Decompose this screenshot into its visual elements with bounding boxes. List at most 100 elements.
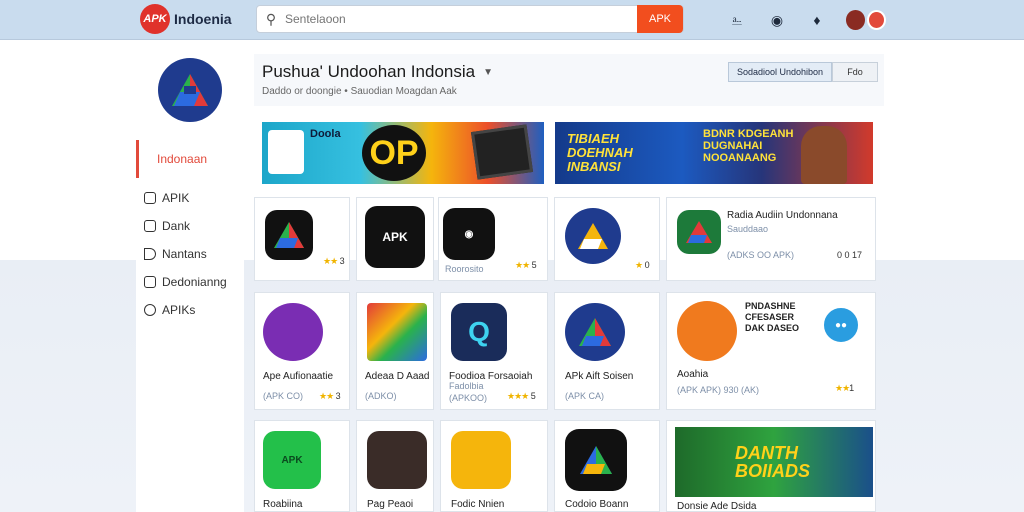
banner-badge-image bbox=[268, 130, 304, 174]
promo-banner-right[interactable]: TIBIAEH DOEHNAH INBANSI BDNR KDGEANH DUG… bbox=[555, 122, 873, 184]
sidebar-item-apik[interactable]: APIK bbox=[144, 184, 227, 212]
secondary-action-button[interactable]: Fdo bbox=[832, 62, 878, 82]
sidebar-nav: APIK Dank Nantans Dedonianng APIKs bbox=[144, 184, 227, 324]
app-rating: ★ 0 bbox=[635, 260, 650, 270]
app-icon: APK bbox=[263, 431, 321, 489]
app-card[interactable]: ★ 0 bbox=[554, 197, 660, 281]
star-icon: ★★ bbox=[319, 391, 334, 401]
header-actions: ⎁ ◉ ♦ bbox=[726, 8, 886, 32]
app-rating: ★★ 3 bbox=[319, 391, 341, 401]
bell-icon[interactable]: ♦ bbox=[806, 9, 828, 31]
sidebar-item-label: Nantans bbox=[162, 247, 207, 261]
sidebar-item-label: APIKs bbox=[162, 303, 196, 317]
app-name: APk Aift Soisen bbox=[565, 371, 634, 382]
sidebar-item-label: Dank bbox=[162, 219, 191, 233]
app-card[interactable]: APK bbox=[356, 197, 434, 281]
page-subtitle: Daddo or doongie • Sauodian Moagdan Aak bbox=[262, 86, 457, 97]
site-logo[interactable]: APK Indoenia bbox=[140, 4, 232, 34]
logo-text: Indoenia bbox=[174, 11, 232, 27]
page-header: Pushua' Undoohan Indonsia ▼ Daddo or doo… bbox=[254, 54, 884, 106]
avatar[interactable] bbox=[846, 8, 886, 32]
app-subtitle: Fadolbia bbox=[449, 381, 484, 391]
app-icon: APK bbox=[365, 206, 425, 268]
sidebar-item-active[interactable]: Indonaan bbox=[136, 140, 244, 178]
app-card[interactable]: Q Foodioa Forsaoiah Fadolbia (APKOO) ★★★… bbox=[440, 292, 548, 410]
app-card[interactable]: ★★ 3 bbox=[254, 197, 350, 281]
tag-icon bbox=[144, 248, 156, 260]
search-bar: ⚲ APK bbox=[256, 5, 684, 33]
app-tag: Roorosito bbox=[445, 264, 484, 274]
sidebar-item-label: Dedonianng bbox=[162, 275, 227, 289]
banner-person-image bbox=[801, 126, 847, 184]
star-icon: ★★ bbox=[515, 260, 530, 270]
heart-icon bbox=[144, 304, 156, 316]
app-icon: Q bbox=[451, 303, 507, 361]
sidebar-item-dank[interactable]: Dank bbox=[144, 212, 227, 240]
app-logo-icon bbox=[158, 58, 222, 122]
app-card[interactable]: Codoio Boann bbox=[554, 420, 660, 512]
app-icon bbox=[677, 301, 737, 361]
top-bar: APK Indoenia ⚲ APK ⎁ ◉ ♦ bbox=[0, 0, 1024, 40]
app-name: Fodic Nnien bbox=[451, 499, 505, 510]
star-icon: ★★★ bbox=[507, 391, 529, 401]
app-card[interactable]: APk Aift Soisen (APK CA) bbox=[554, 292, 660, 410]
avatar-photo bbox=[846, 10, 865, 30]
app-card-wide[interactable]: DANTH BOIIADS Donsie Ade Dsida bbox=[666, 420, 876, 512]
star-icon: ★ bbox=[635, 260, 643, 270]
app-tag: (APK CO) bbox=[263, 391, 304, 401]
app-card-wide[interactable]: PNDASHNE CFESASER DAK DASEO ●● Aoahia (A… bbox=[666, 292, 876, 410]
app-icon bbox=[565, 303, 625, 361]
camera-icon[interactable]: ◉ bbox=[766, 9, 788, 31]
app-icon bbox=[451, 431, 511, 489]
app-icon bbox=[565, 208, 621, 264]
app-tag: (APKOO) bbox=[449, 393, 488, 403]
app-name: Codoio Boann bbox=[565, 499, 629, 510]
sidebar-item-apiks[interactable]: APIKs bbox=[144, 296, 227, 324]
box-icon bbox=[144, 192, 156, 204]
app-card[interactable]: ◉ Roorosito ★★ 5 bbox=[438, 197, 548, 281]
app-rating: ★★★ 5 bbox=[507, 391, 536, 401]
banner-left-text: Doola bbox=[310, 128, 341, 140]
app-name: Roabiina bbox=[263, 499, 303, 510]
app-headline: PNDASHNE CFESASER DAK DASEO bbox=[745, 301, 800, 333]
app-rating: ★★ 3 bbox=[323, 256, 345, 266]
star-icon: ★★ bbox=[835, 383, 850, 393]
app-card[interactable]: Ape Aufionaatie (APK CO) ★★ 3 bbox=[254, 292, 350, 410]
app-name: Donsie Ade Dsida bbox=[677, 501, 757, 512]
app-name: Aoahia bbox=[677, 369, 709, 380]
app-name: Radia Audiin Undonnana bbox=[727, 210, 838, 221]
sidebar-item-nantans[interactable]: Nantans bbox=[144, 240, 227, 268]
app-banner-image: DANTH BOIIADS bbox=[675, 427, 873, 497]
search-button[interactable]: APK bbox=[637, 5, 683, 33]
app-icon bbox=[367, 303, 427, 361]
app-icon bbox=[265, 210, 313, 260]
app-card[interactable]: Adeaa D Aaad (ADKO) bbox=[356, 292, 434, 410]
banner-left-mark: OP bbox=[362, 125, 426, 181]
app-tag: (APK CA) bbox=[565, 391, 605, 401]
sidebar-item-dedonianng[interactable]: Dedonianng bbox=[144, 268, 227, 296]
app-card[interactable]: APK Roabiina bbox=[254, 420, 350, 512]
headset-icon[interactable]: ⎁ bbox=[726, 9, 748, 31]
app-rating: ★★1 bbox=[835, 383, 855, 393]
app-icon bbox=[367, 431, 427, 489]
app-name: Adeaa D Aaad bbox=[365, 371, 430, 382]
promo-banner-left[interactable]: Doola OP bbox=[262, 122, 544, 184]
app-tag: (APK APK) 930 (AK) bbox=[677, 385, 760, 395]
app-card[interactable]: Pag Peaoi bbox=[356, 420, 434, 512]
app-card-wide[interactable]: Radia Audiin Undonnana Sauddaao (ADKS OO… bbox=[666, 197, 876, 281]
chat-icon[interactable]: ●● bbox=[821, 305, 861, 345]
sidebar-item-label: APIK bbox=[162, 191, 190, 205]
app-card[interactable]: Fodic Nnien bbox=[440, 420, 548, 512]
sidebar: Indonaan APIK Dank Nantans Dedonianng AP… bbox=[136, 52, 244, 512]
banner-right-title: TIBIAEH DOEHNAH INBANSI bbox=[567, 131, 633, 174]
tablet-icon bbox=[470, 124, 534, 180]
app-name: Pag Peaoi bbox=[367, 499, 414, 510]
app-icon bbox=[677, 210, 721, 254]
primary-action-button[interactable]: Sodadiool Undohibon bbox=[728, 62, 832, 82]
star-icon: ★★ bbox=[323, 256, 338, 266]
chevron-down-icon: ▼ bbox=[483, 66, 493, 78]
app-icon: ◉ bbox=[443, 208, 495, 260]
page-title[interactable]: Pushua' Undoohan Indonsia ▼ bbox=[262, 62, 493, 82]
search-input[interactable] bbox=[285, 12, 637, 26]
search-icon: ⚲ bbox=[265, 10, 277, 27]
